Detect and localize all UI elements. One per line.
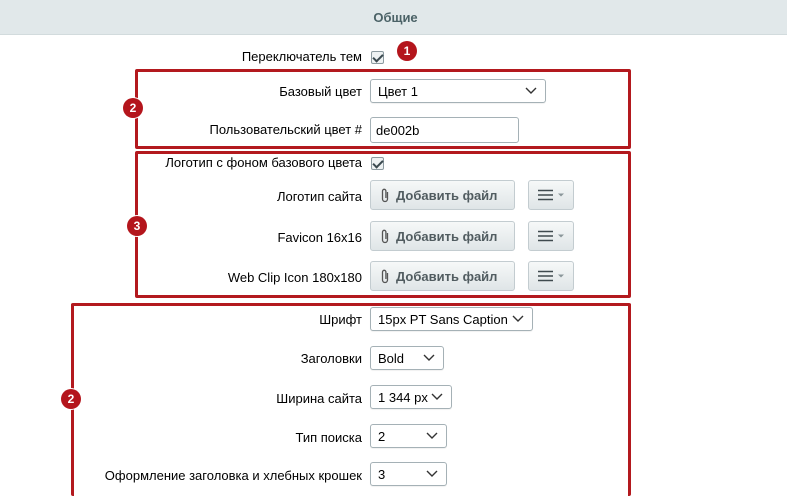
chevron-down-icon (525, 87, 537, 94)
chevron-down-icon (431, 393, 443, 400)
annotation-badge-2-bottom: 2 (61, 389, 81, 409)
section-header: Общие (0, 0, 787, 35)
search-type-value: 2 (378, 428, 386, 444)
chevron-down-icon (426, 470, 438, 477)
favicon-label: Favicon 16x16 (277, 230, 362, 245)
paperclip-icon (381, 188, 389, 202)
webclip-add-file-button[interactable]: Добавить файл (370, 261, 515, 291)
section-title: Общие (373, 9, 418, 25)
site-width-select[interactable]: 1 344 px (370, 385, 452, 409)
theme-switcher-checkbox[interactable] (371, 51, 384, 64)
headings-select[interactable]: Bold (370, 346, 444, 370)
base-color-select[interactable]: Цвет 1 (370, 79, 546, 103)
chevron-down-icon (426, 432, 438, 439)
logo-bg-label: Логотип с фоном базового цвета (165, 155, 362, 170)
site-logo-button-label: Добавить файл (396, 187, 498, 203)
search-type-label: Тип поиска (295, 430, 362, 445)
paperclip-icon (381, 229, 389, 243)
favicon-menu-button[interactable] (528, 221, 574, 251)
logo-bg-checkbox[interactable] (371, 157, 384, 170)
breadcrumbs-style-value: 3 (378, 466, 386, 482)
site-logo-menu-button[interactable] (528, 180, 574, 210)
font-value: 15px PT Sans Caption (378, 311, 508, 327)
annotation-badge-2-top: 2 (123, 98, 143, 118)
menu-dropdown-icon (538, 189, 564, 201)
site-logo-label: Логотип сайта (276, 189, 362, 204)
chevron-down-icon (512, 315, 524, 322)
base-color-label: Базовый цвет (279, 84, 362, 99)
breadcrumbs-style-label: Оформление заголовка и хлебных крошек (104, 468, 362, 483)
theme-switcher-label: Переключатель тем (241, 49, 362, 64)
custom-color-label: Пользовательский цвет # (209, 122, 362, 137)
favicon-button-label: Добавить файл (396, 228, 498, 244)
site-width-value: 1 344 px (378, 389, 428, 405)
favicon-add-file-button[interactable]: Добавить файл (370, 221, 515, 251)
breadcrumbs-style-select[interactable]: 3 (370, 462, 447, 486)
headings-label: Заголовки (300, 351, 362, 366)
chevron-down-icon (423, 354, 435, 361)
headings-value: Bold (378, 350, 405, 366)
font-select[interactable]: 15px PT Sans Caption (370, 307, 533, 331)
webclip-button-label: Добавить файл (396, 268, 498, 284)
custom-color-value: de002b (376, 122, 420, 138)
font-label: Шрифт (319, 312, 362, 327)
annotation-badge-3: 3 (127, 216, 147, 236)
menu-dropdown-icon (538, 230, 564, 242)
search-type-select[interactable]: 2 (370, 424, 447, 448)
menu-dropdown-icon (538, 270, 564, 282)
webclip-label: Web Clip Icon 180x180 (227, 270, 362, 285)
custom-color-input[interactable]: de002b (370, 117, 519, 143)
paperclip-icon (381, 269, 389, 283)
base-color-value: Цвет 1 (378, 83, 418, 99)
webclip-menu-button[interactable] (528, 261, 574, 291)
site-logo-add-file-button[interactable]: Добавить файл (370, 180, 515, 210)
annotation-badge-1: 1 (397, 41, 417, 61)
site-width-label: Ширина сайта (276, 391, 362, 406)
